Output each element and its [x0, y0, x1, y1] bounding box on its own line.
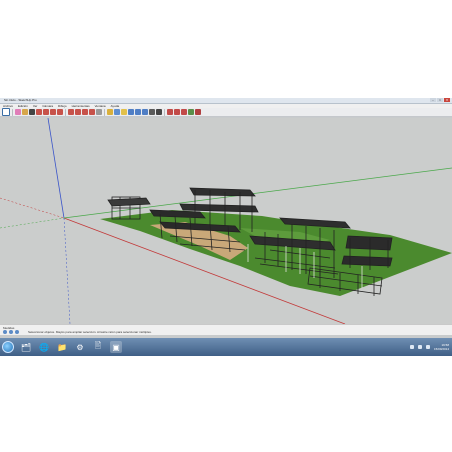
- rectangle-icon[interactable]: [43, 109, 49, 115]
- windows-taskbar: 🗂 🌐 📁 ⚙ 🖹 ▣ 19:58 15/09/2014: [0, 338, 452, 356]
- zoom-icon[interactable]: [128, 109, 134, 115]
- pan-icon[interactable]: [121, 109, 127, 115]
- warehouse-icon[interactable]: [188, 109, 194, 115]
- zoom-extents-icon[interactable]: [142, 109, 148, 115]
- status-hint: Seleccionar objetos. Mayús para ampliar …: [28, 330, 152, 334]
- taskbar-app-settings[interactable]: ⚙: [74, 341, 86, 353]
- model-viewport[interactable]: [0, 118, 452, 324]
- model-scene: [0, 118, 452, 324]
- pushpull-icon[interactable]: [68, 109, 74, 115]
- taskbar-app-folder[interactable]: 📁: [56, 341, 68, 353]
- taskbar-app-document[interactable]: 🖹: [92, 341, 104, 353]
- tape-icon[interactable]: [96, 109, 102, 115]
- components-icon[interactable]: [181, 109, 187, 115]
- clock-date: 15/09/2014: [433, 347, 449, 351]
- toolbar-separator: [164, 108, 165, 116]
- taskbar-app-explorer[interactable]: 🗂: [20, 341, 32, 353]
- circle-icon[interactable]: [50, 109, 56, 115]
- select-icon[interactable]: [2, 108, 10, 116]
- offset-icon[interactable]: [89, 109, 95, 115]
- flag-icon[interactable]: [425, 345, 430, 349]
- move-icon[interactable]: [75, 109, 81, 115]
- status-bar: Medidas Seleccionar objetos. Mayús para …: [0, 324, 452, 335]
- section-icon[interactable]: [167, 109, 173, 115]
- toolbar-separator: [65, 108, 66, 116]
- toolbar-separator: [104, 108, 105, 116]
- credits-icon[interactable]: [9, 330, 13, 334]
- ground-plane: [100, 210, 452, 296]
- network-icon[interactable]: [409, 345, 414, 349]
- line-icon[interactable]: [29, 109, 35, 115]
- geo-location-icon[interactable]: [3, 330, 7, 334]
- maximize-button[interactable]: □: [437, 98, 443, 102]
- red-axis-dashed: [0, 197, 65, 219]
- green-axis-dashed: [0, 217, 65, 229]
- help-icon[interactable]: [15, 330, 19, 334]
- materials-icon[interactable]: [174, 109, 180, 115]
- application-window: Sin título - SketchUp Pro – □ ✕ Archivo …: [0, 98, 452, 356]
- polygon-icon[interactable]: [57, 109, 63, 115]
- minimize-button[interactable]: –: [430, 98, 436, 102]
- taskbar-app-sketchup[interactable]: ▣: [110, 341, 122, 353]
- window-title: Sin título - SketchUp Pro: [4, 98, 37, 102]
- arc-icon[interactable]: [36, 109, 42, 115]
- zoom-window-icon[interactable]: [135, 109, 141, 115]
- rotate-icon[interactable]: [82, 109, 88, 115]
- start-button[interactable]: [2, 341, 14, 353]
- text-icon[interactable]: [107, 109, 113, 115]
- system-tray: 19:58 15/09/2014: [409, 340, 449, 354]
- clock[interactable]: 19:58 15/09/2014: [434, 343, 449, 351]
- blue-axis-dashed: [63, 217, 71, 324]
- green-axis: [63, 167, 452, 219]
- status-icons: [3, 330, 19, 334]
- extension-icon[interactable]: [195, 109, 201, 115]
- blue-axis: [47, 118, 65, 219]
- toolbar-separator: [12, 108, 13, 116]
- look-around-icon[interactable]: [156, 109, 162, 115]
- close-button[interactable]: ✕: [444, 98, 450, 102]
- window-controls: – □ ✕: [430, 98, 450, 102]
- pencil-icon[interactable]: [22, 109, 28, 115]
- walk-icon[interactable]: [149, 109, 155, 115]
- eraser-icon[interactable]: [15, 109, 21, 115]
- volume-icon[interactable]: [417, 345, 422, 349]
- orbit-icon[interactable]: [114, 109, 120, 115]
- main-toolbar: [0, 108, 452, 117]
- taskbar-app-browser[interactable]: 🌐: [38, 341, 50, 353]
